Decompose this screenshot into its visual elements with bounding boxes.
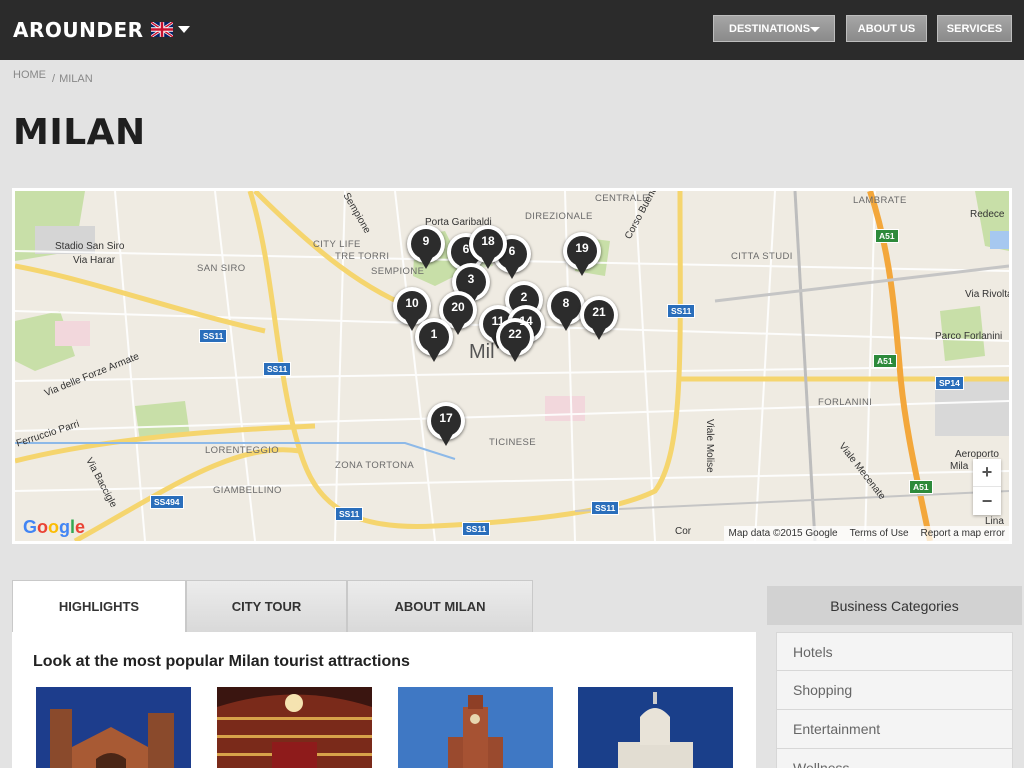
map-data-credit: Map data ©2015 Google: [728, 528, 838, 539]
road-sign-ss11: SS11: [263, 362, 292, 376]
map-pin[interactable]: 9: [407, 225, 445, 273]
map-label-via-rivoltana: Via Rivoltar: [965, 289, 1012, 300]
road-sign-ss11: SS11: [335, 507, 364, 521]
road-sign-ss11: SS11: [591, 501, 620, 515]
top-navigation-bar: AROUNDER DESTINATIONS ABOUT US SERVICES: [0, 0, 1024, 60]
site-logo[interactable]: AROUNDER: [13, 18, 144, 42]
road-sign-ss11: SS11: [462, 522, 491, 536]
breadcrumb-separator: /: [52, 73, 56, 85]
road-sign-ss11: SS11: [667, 304, 696, 318]
highlights-title: Look at the most popular Milan tourist a…: [33, 653, 410, 670]
map-label-porta-romana: Cor: [675, 526, 692, 537]
tab-about-milan[interactable]: ABOUT MILAN: [347, 580, 533, 633]
map-label-lambrate: LAMBRATE: [853, 195, 907, 206]
business-categories-header: Business Categories: [767, 586, 1022, 625]
map-label-aeroporto-2: Mila: [950, 461, 969, 472]
destinations-menu-button[interactable]: DESTINATIONS: [713, 15, 835, 42]
services-button[interactable]: SERVICES: [937, 15, 1012, 42]
business-categories-list: Hotels Shopping Entertainment Wellness: [776, 632, 1013, 768]
highlights-panel: Look at the most popular Milan tourist a…: [12, 632, 756, 768]
map-label-redece: Redece: [970, 209, 1005, 220]
map-label-via-harar: Via Harar: [73, 255, 116, 266]
category-shopping[interactable]: Shopping: [776, 671, 1013, 710]
map-pin[interactable]: 21: [580, 296, 618, 344]
road-sign-a51: A51: [909, 480, 933, 494]
map-label-zona-tortona: ZONA TORTONA: [335, 460, 415, 471]
zoom-in-button[interactable]: +: [973, 459, 1001, 487]
attraction-thumbnail[interactable]: [217, 687, 372, 768]
chevron-down-icon: [810, 27, 820, 32]
attraction-thumbnail[interactable]: [578, 687, 733, 768]
map-label-parco-forlanini: Parco Forlanini: [935, 331, 1003, 342]
map-pin[interactable]: 19: [563, 232, 601, 280]
road-sign-sp14: SP14: [935, 376, 964, 390]
breadcrumb-home-link[interactable]: HOME: [13, 69, 46, 81]
uk-flag-icon[interactable]: [151, 22, 173, 37]
content-tabs: HIGHLIGHTS CITY TOUR ABOUT MILAN: [12, 580, 533, 633]
road-sign-ss494: SS494: [150, 495, 184, 509]
map-label-giambellino: GIAMBELLINO: [213, 485, 282, 496]
city-map[interactable]: Stadio San Siro Via Harar SAN SIRO CITY …: [12, 188, 1012, 544]
breadcrumb: HOME / MILAN: [13, 69, 93, 85]
category-entertainment[interactable]: Entertainment: [776, 710, 1013, 749]
map-label-tre-torri: TRE TORRI: [335, 251, 390, 262]
breadcrumb-current: MILAN: [59, 73, 93, 85]
map-label-ticinese: TICINESE: [489, 437, 537, 448]
page-title: MILAN: [13, 112, 146, 153]
map-pin[interactable]: 17: [427, 402, 465, 450]
tab-city-tour[interactable]: CITY TOUR: [186, 580, 347, 633]
about-us-button[interactable]: ABOUT US: [846, 15, 927, 42]
map-label-lorenteggio: LORENTEGGIO: [205, 445, 280, 456]
road-sign-a51: A51: [875, 229, 899, 243]
report-map-error-link[interactable]: Report a map error: [921, 528, 1005, 539]
map-label-citta-studi: CITTA STUDI: [731, 251, 793, 262]
category-hotels[interactable]: Hotels: [776, 632, 1013, 671]
tab-highlights[interactable]: HIGHLIGHTS: [12, 580, 186, 633]
map-label-stadio: Stadio San Siro: [55, 241, 125, 252]
road-sign-ss11: SS11: [199, 329, 228, 343]
map-label-direzionale: DIREZIONALE: [525, 211, 593, 222]
map-pin[interactable]: 1: [415, 318, 453, 366]
language-dropdown-caret-icon[interactable]: [178, 26, 190, 33]
attraction-thumbnail[interactable]: [398, 687, 553, 768]
map-attribution: Map data ©2015 Google Terms of Use Repor…: [724, 526, 1009, 541]
map-label-city-life: CITY LIFE: [313, 239, 361, 250]
google-logo: Google: [23, 517, 86, 537]
map-label-viale-molise: Viale Molise: [704, 419, 715, 473]
road-sign-a51: A51: [873, 354, 897, 368]
zoom-out-button[interactable]: −: [973, 487, 1001, 515]
map-zoom-control: + −: [973, 459, 1001, 515]
terms-of-use-link[interactable]: Terms of Use: [850, 528, 909, 539]
map-label-forlanini: FORLANINI: [818, 397, 873, 408]
category-wellness[interactable]: Wellness: [776, 749, 1013, 768]
attraction-thumbnail[interactable]: [36, 687, 191, 768]
destinations-label: DESTINATIONS: [729, 22, 811, 35]
map-label-san-siro: SAN SIRO: [197, 263, 246, 274]
